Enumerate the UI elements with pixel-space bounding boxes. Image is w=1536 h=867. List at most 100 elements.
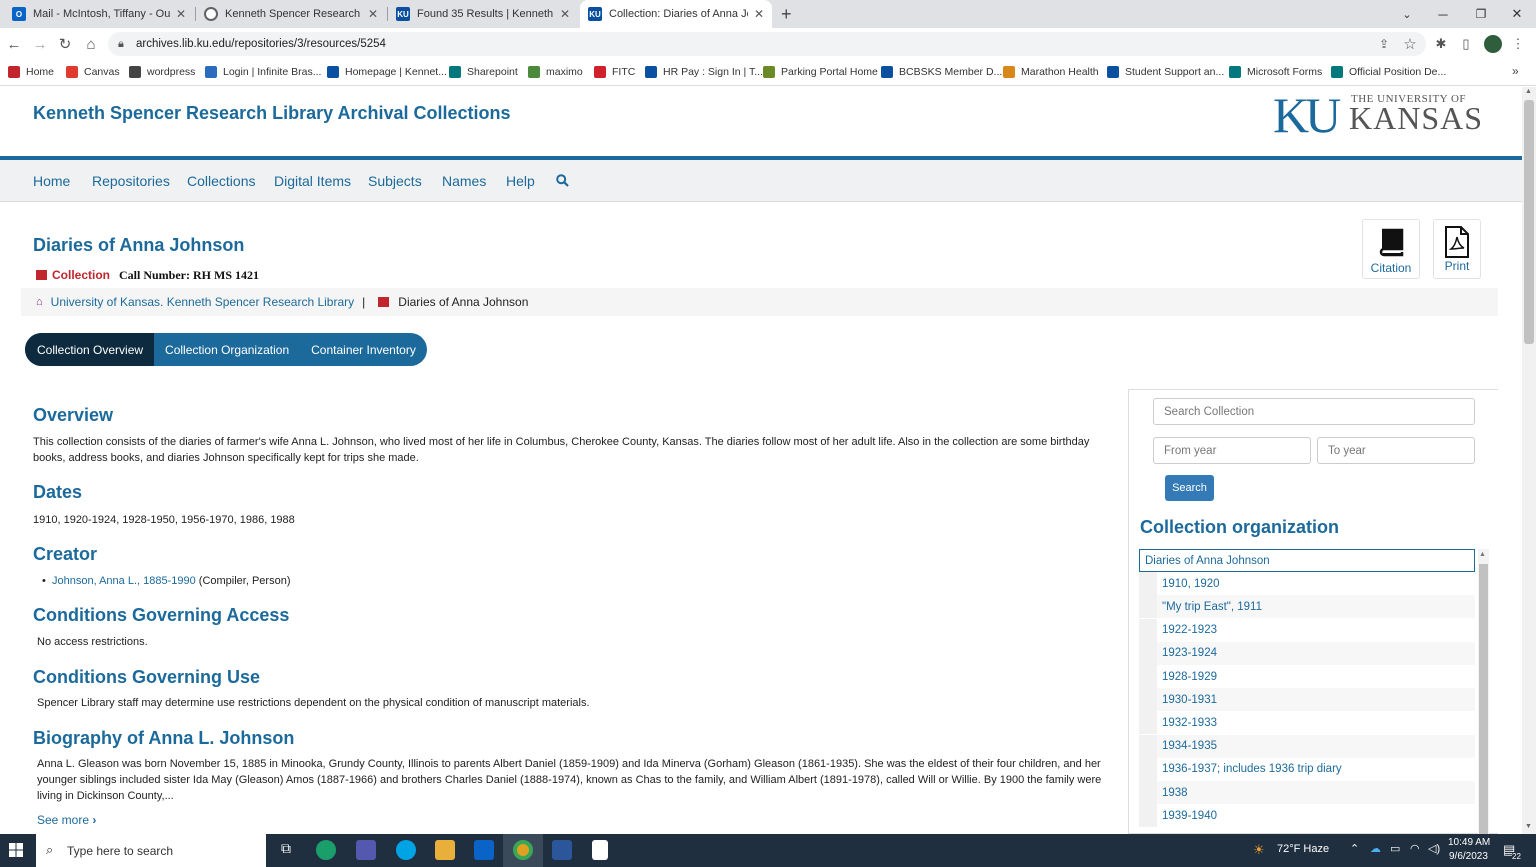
close-icon[interactable]: ✕ — [754, 7, 764, 21]
ku-logo[interactable]: KU THE UNIVERSITY OF KANSAS — [1273, 90, 1482, 142]
tray-chevron-icon[interactable]: ⌃ — [1350, 842, 1359, 855]
close-icon[interactable]: ✕ — [176, 7, 186, 21]
clock-date[interactable]: 9/6/2023 — [1449, 851, 1488, 862]
bookmark-item[interactable]: Sharepoint — [449, 66, 518, 78]
tree-item[interactable]: "My trip East", 1911 — [1139, 595, 1475, 619]
file-explorer-icon[interactable] — [435, 840, 455, 860]
tab-collection-overview[interactable]: Collection Overview — [25, 333, 155, 366]
bookmark-item[interactable]: Marathon Health — [1003, 66, 1099, 78]
breadcrumb-repository[interactable]: University of Kansas. Kenneth Spencer Re… — [51, 295, 355, 309]
nav-collections[interactable]: Collections — [187, 173, 255, 189]
site-title[interactable]: Kenneth Spencer Research Library Archiva… — [33, 103, 511, 124]
bookmarks-overflow-icon[interactable]: » — [1512, 64, 1519, 78]
volume-icon[interactable]: ◁) — [1428, 842, 1440, 855]
bookmark-item[interactable]: Microsoft Forms — [1229, 66, 1322, 78]
nav-home[interactable]: Home — [33, 173, 70, 189]
bookmark-item[interactable]: FITC — [594, 66, 635, 78]
tree-root-item[interactable]: Diaries of Anna Johnson — [1139, 549, 1475, 572]
close-icon[interactable]: ✕ — [560, 7, 570, 21]
word-icon[interactable] — [552, 840, 572, 860]
creator-link[interactable]: Johnson, Anna L., 1885-1990 — [52, 575, 196, 587]
edge-icon[interactable] — [316, 840, 336, 860]
reload-icon[interactable]: ↻ — [55, 34, 75, 54]
tree-item[interactable]: 1922-1923 — [1139, 618, 1475, 642]
nav-help[interactable]: Help — [506, 173, 535, 189]
browser-tab-active[interactable]: KU Collection: Diaries of Anna Johns ✕ — [580, 0, 772, 28]
tree-item[interactable]: 1932-1933 — [1139, 711, 1475, 735]
home-icon[interactable]: ⌂ — [81, 34, 101, 54]
menu-icon[interactable]: ⋮ — [1508, 34, 1528, 54]
weather-text[interactable]: 72°F Haze — [1277, 843, 1329, 855]
windows-start-icon[interactable] — [9, 843, 23, 862]
bookmark-item[interactable]: Homepage | Kennet... — [327, 66, 447, 78]
browser-tab[interactable]: O Mail - McIntosh, Tiffany - Outloo ✕ — [4, 0, 194, 28]
creator-heading: Creator — [33, 544, 98, 564]
scroll-up-icon[interactable]: ▲ — [1525, 88, 1532, 95]
weather-icon[interactable]: ☀ — [1253, 842, 1265, 858]
bookmark-item[interactable]: HR Pay : Sign In | T... — [645, 66, 763, 78]
tree-item[interactable]: 1923-1924 — [1139, 641, 1475, 665]
bookmark-item[interactable]: Official Position De... — [1331, 66, 1446, 78]
tab-search-icon[interactable]: ⌄ — [1388, 0, 1426, 28]
extensions-icon[interactable]: ✱ — [1431, 34, 1451, 54]
bookmark-item[interactable]: Parking Portal Home — [763, 66, 878, 78]
skype-icon[interactable] — [396, 840, 416, 860]
print-button[interactable]: Print — [1433, 219, 1481, 279]
forward-icon[interactable]: → — [30, 34, 50, 54]
nav-subjects[interactable]: Subjects — [368, 173, 422, 189]
task-view-icon[interactable]: ⧉ — [276, 840, 296, 860]
restore-icon[interactable]: ❐ — [1462, 0, 1500, 28]
bookmark-item[interactable]: BCBSKS Member D... — [881, 66, 1002, 78]
document-icon[interactable] — [592, 840, 608, 860]
tree-item[interactable]: 1936-1937; includes 1936 trip diary — [1139, 757, 1475, 781]
nav-names[interactable]: Names — [442, 173, 486, 189]
tree-scrollbar-thumb[interactable] — [1479, 564, 1488, 834]
close-icon[interactable]: ✕ — [368, 7, 378, 21]
to-year-input[interactable]: To year — [1317, 437, 1475, 464]
tree-item[interactable]: 1930-1931 — [1139, 688, 1475, 712]
bookmark-item[interactable]: Canvas — [66, 66, 120, 78]
share-icon[interactable]: ⇪ — [1374, 34, 1394, 54]
sidepanel-icon[interactable]: ▯ — [1456, 34, 1476, 54]
browser-tab[interactable]: Kenneth Spencer Research Librar ✕ — [196, 0, 386, 28]
nav-digital-items[interactable]: Digital Items — [274, 173, 351, 189]
search-icon[interactable] — [556, 174, 569, 187]
bookmark-item[interactable]: wordpress — [129, 66, 195, 78]
outlook-icon[interactable] — [474, 840, 494, 860]
browser-tab[interactable]: KU Found 35 Results | Kenneth Spen ✕ — [388, 0, 578, 28]
clock-time[interactable]: 10:49 AM — [1448, 837, 1490, 848]
from-year-input[interactable]: From year — [1153, 437, 1311, 464]
close-window-icon[interactable]: ✕ — [1498, 0, 1536, 28]
minimize-icon[interactable]: ─ — [1424, 0, 1462, 28]
citation-button[interactable]: Citation — [1362, 219, 1420, 279]
tree-item[interactable]: 1910, 1920 — [1139, 572, 1475, 596]
teams-icon[interactable] — [356, 840, 376, 860]
page-scrollbar-thumb[interactable] — [1524, 100, 1534, 344]
new-tab-button[interactable]: + — [776, 0, 804, 28]
bookmark-item[interactable]: Login | Infinite Bras... — [205, 66, 321, 78]
scroll-down-icon[interactable]: ▼ — [1525, 823, 1532, 830]
bookmark-item[interactable]: maximo — [528, 66, 583, 78]
bookmark-item[interactable]: Home — [8, 66, 54, 78]
tree-item[interactable]: 1928-1929 — [1139, 665, 1475, 688]
chrome-icon[interactable] — [513, 840, 533, 860]
wifi-icon[interactable]: ◠ — [1410, 842, 1420, 855]
tree-item[interactable]: 1939-1940 — [1139, 804, 1475, 828]
tree-item[interactable]: 1934-1935 — [1139, 734, 1475, 758]
bookmark-star-icon[interactable]: ☆ — [1400, 34, 1420, 54]
bookmark-item[interactable]: Student Support an... — [1107, 66, 1224, 78]
back-icon[interactable]: ← — [4, 34, 24, 54]
url-text[interactable]: archives.lib.ku.edu/repositories/3/resou… — [136, 38, 386, 50]
tab-container-inventory[interactable]: Container Inventory — [300, 333, 427, 366]
scroll-up-icon[interactable]: ▲ — [1479, 551, 1486, 558]
search-button[interactable]: Search — [1165, 475, 1214, 501]
profile-avatar[interactable] — [1484, 35, 1502, 53]
tree-item[interactable]: 1938 — [1139, 781, 1475, 804]
search-collection-input[interactable]: Search Collection — [1153, 398, 1475, 425]
onedrive-icon[interactable]: ☁ — [1370, 842, 1381, 855]
battery-icon[interactable]: ▭ — [1390, 842, 1400, 855]
taskbar-search[interactable]: Type here to search — [36, 834, 266, 867]
tab-collection-organization[interactable]: Collection Organization — [154, 333, 300, 366]
nav-repositories[interactable]: Repositories — [92, 173, 170, 189]
see-more-link[interactable]: See more › — [37, 813, 96, 827]
